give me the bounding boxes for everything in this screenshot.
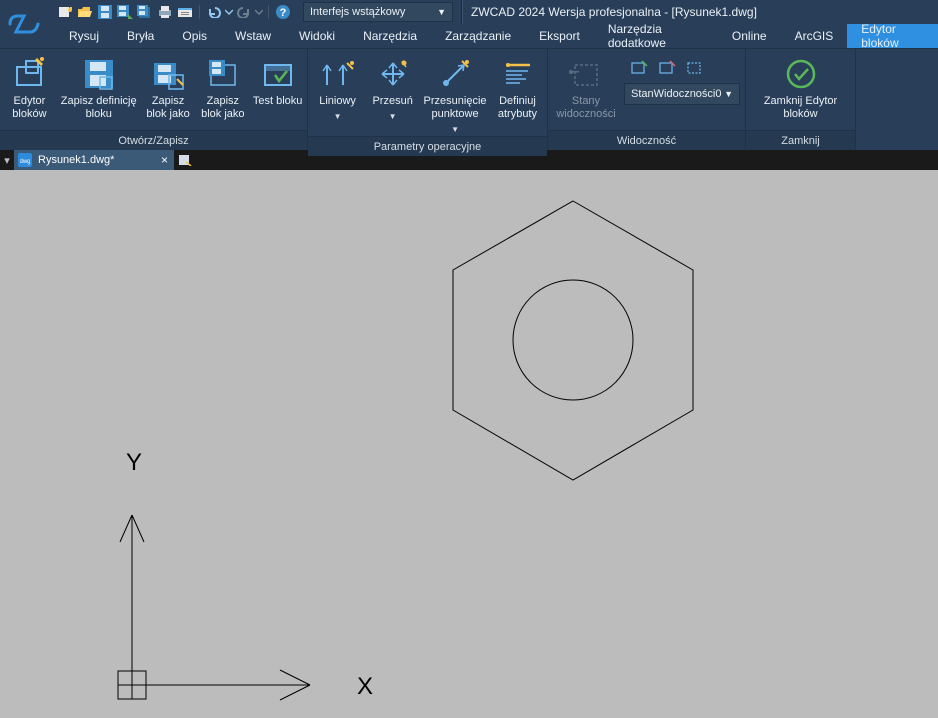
app-logo[interactable]: [0, 0, 48, 48]
przesuniecie-punktowe-button[interactable]: Przesunięcie punktowe ▼: [422, 53, 488, 136]
panel-label: Zamknij: [746, 130, 855, 150]
visibility-states-icon: [569, 57, 603, 91]
test-block-icon: [261, 57, 295, 91]
title-bar: ? Interfejs wstążkowy ▼ ZWCAD 2024 Wersj…: [0, 0, 938, 24]
new-tab-button[interactable]: [174, 150, 196, 170]
panel-label: Otwórz/Zapisz: [0, 130, 307, 150]
document-tab-active[interactable]: dwg Rysunek1.dwg* ×: [14, 150, 174, 170]
qat-saveas-icon[interactable]: [115, 3, 135, 21]
button-label: Przesunięcie punktowe: [422, 95, 488, 121]
qat-save-icon[interactable]: [95, 3, 115, 21]
menu-bar: Rysuj Bryła Opis Wstaw Widoki Narzędzia …: [0, 24, 938, 48]
visibility-tool-3[interactable]: [684, 57, 706, 79]
chevron-down-icon: ▼: [451, 123, 459, 136]
y-axis-label: Y: [126, 449, 142, 476]
qat-redo-icon[interactable]: [234, 3, 254, 21]
zapisz-blok-jako2-button[interactable]: Zapisz blok jako: [197, 53, 248, 121]
close-tab-icon[interactable]: ×: [161, 153, 168, 167]
point-offset-icon: [438, 57, 472, 91]
menu-eksport[interactable]: Eksport: [525, 24, 594, 48]
qat-redo-dropdown[interactable]: [254, 3, 264, 21]
move-icon: [376, 57, 410, 91]
button-label: Zapisz blok jako: [197, 95, 248, 121]
ribbon-panel-parametry: Liniowy ▼ Przesuń ▼ Przesunięcie punktow…: [308, 49, 548, 150]
qat-undo-icon[interactable]: [204, 3, 224, 21]
circle-shape[interactable]: [513, 280, 633, 400]
x-axis-label: X: [357, 673, 373, 700]
button-label: Liniowy: [319, 95, 356, 108]
button-label: Test bloku: [253, 95, 303, 108]
menu-zarzadzanie[interactable]: Zarządzanie: [431, 24, 525, 48]
edytor-blokow-button[interactable]: Edytor bloków: [4, 53, 55, 121]
chevron-down-icon: ▼: [334, 110, 342, 123]
zamknij-edytor-button[interactable]: Zamknij Edytor bloków: [757, 53, 845, 121]
menu-wstaw[interactable]: Wstaw: [221, 24, 285, 48]
ribbon-panel-zamknij: Zamknij Edytor bloków Zamknij: [746, 49, 856, 150]
button-label: Zamknij Edytor bloków: [757, 95, 845, 121]
qat-new-icon[interactable]: [55, 3, 75, 21]
ribbon-panel-widocznosc: Stany widoczności StanWidoczności0 ▼ Wid…: [548, 49, 746, 150]
menu-narzedzia[interactable]: Narzędzia: [349, 24, 431, 48]
visibility-tool-1[interactable]: [628, 57, 650, 79]
hexagon-shape[interactable]: [453, 201, 693, 480]
svg-text:?: ?: [280, 7, 287, 19]
visibility-tool-2[interactable]: [656, 57, 678, 79]
button-label: Zapisz blok jako: [143, 95, 194, 121]
svg-text:dwg: dwg: [20, 159, 30, 165]
test-bloku-button[interactable]: Test bloku: [252, 53, 303, 108]
tabs-dropdown[interactable]: ▾: [0, 150, 14, 170]
button-label: Definiuj atrybuty: [492, 95, 543, 121]
menu-edytor-blokow[interactable]: Edytor bloków: [847, 24, 938, 48]
definiuj-atrybuty-button[interactable]: Definiuj atrybuty: [492, 53, 543, 121]
qat-print-icon[interactable]: [155, 3, 175, 21]
qat-undo-dropdown[interactable]: [224, 3, 234, 21]
menu-opis[interactable]: Opis: [168, 24, 221, 48]
menu-arcgis[interactable]: ArcGIS: [781, 24, 848, 48]
qat-open-icon[interactable]: [75, 3, 95, 21]
document-tab-label: Rysunek1.dwg*: [38, 154, 114, 166]
qat-saveall-icon[interactable]: [135, 3, 155, 21]
app-title: ZWCAD 2024 Wersja profesjonalna - [Rysun…: [471, 5, 757, 19]
ribbon: Edytor bloków Zapisz definicję bloku Zap…: [0, 48, 938, 150]
drawing-canvas[interactable]: X Y: [0, 170, 938, 718]
menu-widoki[interactable]: Widoki: [285, 24, 349, 48]
qat-plot-icon[interactable]: [175, 3, 195, 21]
przesun-button[interactable]: Przesuń ▼: [367, 53, 418, 123]
block-editor-icon: [12, 57, 46, 91]
menu-rysuj[interactable]: Rysuj: [55, 24, 113, 48]
save-definition-icon: [82, 57, 116, 91]
titlebar-separator: [461, 0, 463, 24]
liniowy-button[interactable]: Liniowy ▼: [312, 53, 363, 123]
interface-combo[interactable]: Interfejs wstążkowy ▼: [303, 2, 453, 22]
visibility-combo-label: StanWidoczności0: [631, 88, 722, 100]
menu-bryla[interactable]: Bryła: [113, 24, 168, 48]
define-attributes-icon: [500, 57, 534, 91]
button-label: Stany widoczności: [552, 95, 620, 121]
visibility-state-combo[interactable]: StanWidoczności0 ▼: [624, 83, 740, 105]
quick-access-toolbar: ?: [55, 3, 293, 21]
dwg-file-icon: dwg: [18, 153, 32, 167]
chevron-down-icon: ▼: [437, 7, 446, 17]
interface-combo-label: Interfejs wstążkowy: [310, 6, 405, 18]
panel-label: Widoczność: [548, 130, 745, 150]
button-label: Przesuń: [372, 95, 412, 108]
panel-label: Parametry operacyjne: [308, 136, 547, 156]
save-block-as-icon: [151, 57, 185, 91]
menu-narzedzia-dodatkowe[interactable]: Narzędzia dodatkowe: [594, 24, 718, 48]
ribbon-panel-otworz-zapisz: Edytor bloków Zapisz definicję bloku Zap…: [0, 49, 308, 150]
button-label: Edytor bloków: [4, 95, 55, 121]
stany-widocznosci-button: Stany widoczności: [552, 53, 620, 121]
save-block-as-icon-2: [206, 57, 240, 91]
chevron-down-icon: ▼: [389, 110, 397, 123]
close-editor-icon: [784, 57, 818, 91]
linear-icon: [321, 57, 355, 91]
ucs-icon: [118, 515, 310, 700]
zapisz-blok-jako-button[interactable]: Zapisz blok jako: [143, 53, 194, 121]
menu-online[interactable]: Online: [718, 24, 781, 48]
chevron-down-icon: ▼: [724, 89, 733, 99]
qat-help-icon[interactable]: ?: [273, 3, 293, 21]
button-label: Zapisz definicję bloku: [59, 95, 139, 121]
zapisz-definicje-button[interactable]: Zapisz definicję bloku: [59, 53, 139, 121]
